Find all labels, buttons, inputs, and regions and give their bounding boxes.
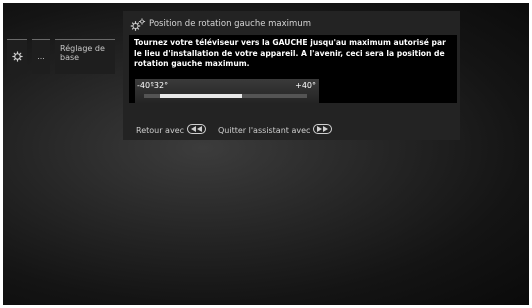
menu-item-basic-settings[interactable]: Réglage de base xyxy=(55,39,115,74)
dialog-title: Position de rotation gauche maximum xyxy=(149,19,311,29)
gears-icon xyxy=(130,18,146,31)
menu-item-label: Réglage de base xyxy=(60,44,105,62)
instruction-text: Tournez votre téléviseur vers la GAUCHE … xyxy=(134,38,446,68)
help-back-label: Retour avec xyxy=(136,126,185,135)
rotation-dialog: Position de rotation gauche maximum Tour… xyxy=(123,11,460,140)
slider-track[interactable] xyxy=(144,94,307,98)
settings-tile[interactable] xyxy=(7,39,27,74)
help-quit: Quitter l'assistant avec xyxy=(218,124,333,136)
help-quit-label: Quitter l'assistant avec xyxy=(218,126,311,135)
tv-screen: ... Réglage de base Position de rotation… xyxy=(3,3,529,305)
gear-icon xyxy=(12,51,23,62)
slider-max-label: +40° xyxy=(295,81,316,90)
rewind-key-icon xyxy=(187,124,207,134)
more-tile[interactable]: ... xyxy=(32,39,50,74)
help-back: Retour avec xyxy=(136,124,207,136)
fast-forward-key-icon xyxy=(313,124,333,134)
slider-range-fill xyxy=(160,94,242,98)
slider-current-label: -32° xyxy=(151,81,169,90)
rotation-slider[interactable]: -40° -32° +40° xyxy=(135,79,319,103)
dialog-body: Tournez votre téléviseur vers la GAUCHE … xyxy=(129,35,457,103)
more-label: ... xyxy=(37,52,45,61)
